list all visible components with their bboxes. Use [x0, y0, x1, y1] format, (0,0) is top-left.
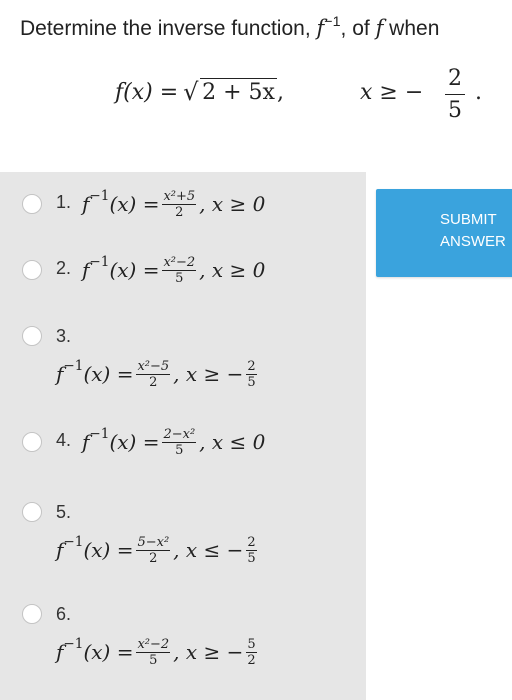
condition-fraction: 25 — [246, 358, 257, 390]
radio-button[interactable] — [22, 502, 42, 522]
option-5[interactable]: 5. f −1 (x) = 5−x² 2 , x ≤ − 25 — [0, 498, 366, 572]
fraction-numerator: 2 — [246, 358, 257, 375]
comma: , — [276, 80, 284, 105]
fraction-numerator: 5−x² — [136, 534, 171, 551]
fraction-denominator: 5 — [247, 550, 256, 566]
formula-lhs: f — [56, 538, 64, 562]
formula-fraction: 2−x² 5 — [162, 426, 197, 458]
function-lhs: f(x) = — [115, 80, 186, 105]
formula-condition: , x ≥ 0 — [199, 192, 266, 216]
question-suffix: when — [383, 17, 440, 40]
radio-button[interactable] — [22, 326, 42, 346]
formula-exponent: −1 — [63, 635, 84, 652]
formula-exponent: −1 — [63, 357, 84, 374]
fraction-numerator: x²−2 — [136, 636, 171, 653]
fraction-numerator: 2−x² — [162, 426, 197, 443]
option-number: 6. — [56, 604, 72, 624]
fraction-numerator: x²−5 — [136, 358, 171, 375]
radio-button[interactable] — [22, 194, 42, 214]
option-6[interactable]: 6. f −1 (x) = x²−2 5 , x ≥ − 52 — [0, 600, 366, 674]
option-formula: f −1 (x) = x²−5 2 , x ≥ − 25 — [56, 354, 260, 394]
formula-fraction: x²−5 2 — [136, 358, 171, 390]
options-panel: 1. f −1 (x) = x²+5 2 , x ≥ 0 2. f −1 (x) = x²… — [0, 172, 366, 700]
formula-condition: , x ≤ 0 — [199, 430, 266, 454]
radicand: 2 + 5x — [200, 78, 277, 105]
fraction-denominator: 5 — [175, 442, 184, 458]
formula-argument: (x) = — [83, 362, 134, 386]
option-number: 3. — [56, 326, 72, 346]
formula-fraction: x²+5 2 — [162, 188, 197, 220]
formula-lhs: f — [56, 362, 64, 386]
fraction-numerator: 2 — [246, 534, 257, 551]
option-number: 1. — [56, 192, 72, 212]
fraction-denominator: 5 — [175, 270, 184, 286]
formula-exponent: −1 — [89, 187, 110, 204]
fraction-denominator: 2 — [149, 550, 158, 566]
function-expression: f(x) = 2 + 5x, — [115, 78, 284, 106]
formula-exponent: −1 — [89, 425, 110, 442]
option-formula: f −1 (x) = 2−x² 5 , x ≤ 0 — [82, 422, 265, 462]
condition-fraction: 52 — [246, 636, 257, 668]
formula-fraction: x²−2 5 — [136, 636, 171, 668]
question-prefix: Determine the inverse function, — [20, 17, 317, 40]
fraction-numerator: x²+5 — [162, 188, 197, 205]
formula-lhs: f — [56, 640, 64, 664]
submit-label-line1: SUBMIT — [440, 211, 497, 228]
domain-fraction-numerator: 2 — [445, 64, 465, 95]
option-4[interactable]: 4. f −1 (x) = 2−x² 5 , x ≤ 0 — [0, 422, 366, 462]
radio-button[interactable] — [22, 604, 42, 624]
formula-argument: (x) = — [109, 192, 160, 216]
formula-lhs: f — [82, 258, 90, 282]
option-2[interactable]: 2. f −1 (x) = x²−2 5 , x ≥ 0 — [0, 250, 366, 290]
fraction-numerator: x²−2 — [162, 254, 197, 271]
fraction-denominator: 2 — [175, 204, 184, 220]
period: . — [475, 80, 482, 105]
formula-exponent: −1 — [89, 253, 110, 270]
fraction-denominator: 2 — [149, 374, 158, 390]
formula-argument: (x) = — [83, 538, 134, 562]
option-formula: f −1 (x) = x²−2 5 , x ≥ 0 — [82, 250, 265, 290]
fraction-denominator: 2 — [247, 652, 256, 668]
option-number: 4. — [56, 430, 72, 450]
formula-argument: (x) = — [109, 430, 160, 454]
formula-fraction: x²−2 5 — [162, 254, 197, 286]
square-root: 2 + 5x — [183, 78, 277, 106]
fraction-numerator: 5 — [246, 636, 257, 653]
question-middle: , of — [340, 17, 376, 40]
radio-button[interactable] — [22, 260, 42, 280]
domain-fraction: 2 5 — [445, 64, 465, 127]
formula-condition: , x ≥ − — [173, 640, 244, 664]
formula-exponent: −1 — [63, 533, 84, 550]
formula-fraction: 5−x² 2 — [136, 534, 171, 566]
formula-condition: , x ≥ 0 — [199, 258, 266, 282]
option-number: 5. — [56, 502, 72, 522]
fraction-denominator: 5 — [149, 652, 158, 668]
option-formula: f −1 (x) = x²−2 5 , x ≥ − 52 — [56, 632, 260, 672]
option-formula: f −1 (x) = x²+5 2 , x ≥ 0 — [82, 184, 265, 224]
formula-condition: , x ≤ − — [173, 538, 244, 562]
option-number: 2. — [56, 258, 72, 278]
formula-condition: , x ≥ − — [173, 362, 244, 386]
domain-condition: x ≥ − — [360, 80, 424, 105]
condition-fraction: 25 — [246, 534, 257, 566]
submit-label-line2: ANSWER — [440, 233, 506, 250]
option-formula: f −1 (x) = 5−x² 2 , x ≤ − 25 — [56, 530, 260, 570]
formula-argument: (x) = — [109, 258, 160, 282]
fraction-denominator: 5 — [247, 374, 256, 390]
question-text: Determine the inverse function, f−1, of … — [20, 14, 440, 41]
option-1[interactable]: 1. f −1 (x) = x²+5 2 , x ≥ 0 — [0, 184, 366, 224]
radio-button[interactable] — [22, 432, 42, 452]
option-3[interactable]: 3. f −1 (x) = x²−5 2 , x ≥ − 25 — [0, 322, 366, 396]
formula-lhs: f — [82, 430, 90, 454]
formula-lhs: f — [82, 192, 90, 216]
domain-fraction-denominator: 5 — [448, 98, 462, 123]
inverse-exponent: −1 — [324, 14, 341, 31]
submit-answer-button[interactable]: SUBMIT ANSWER — [376, 189, 512, 277]
formula-argument: (x) = — [83, 640, 134, 664]
